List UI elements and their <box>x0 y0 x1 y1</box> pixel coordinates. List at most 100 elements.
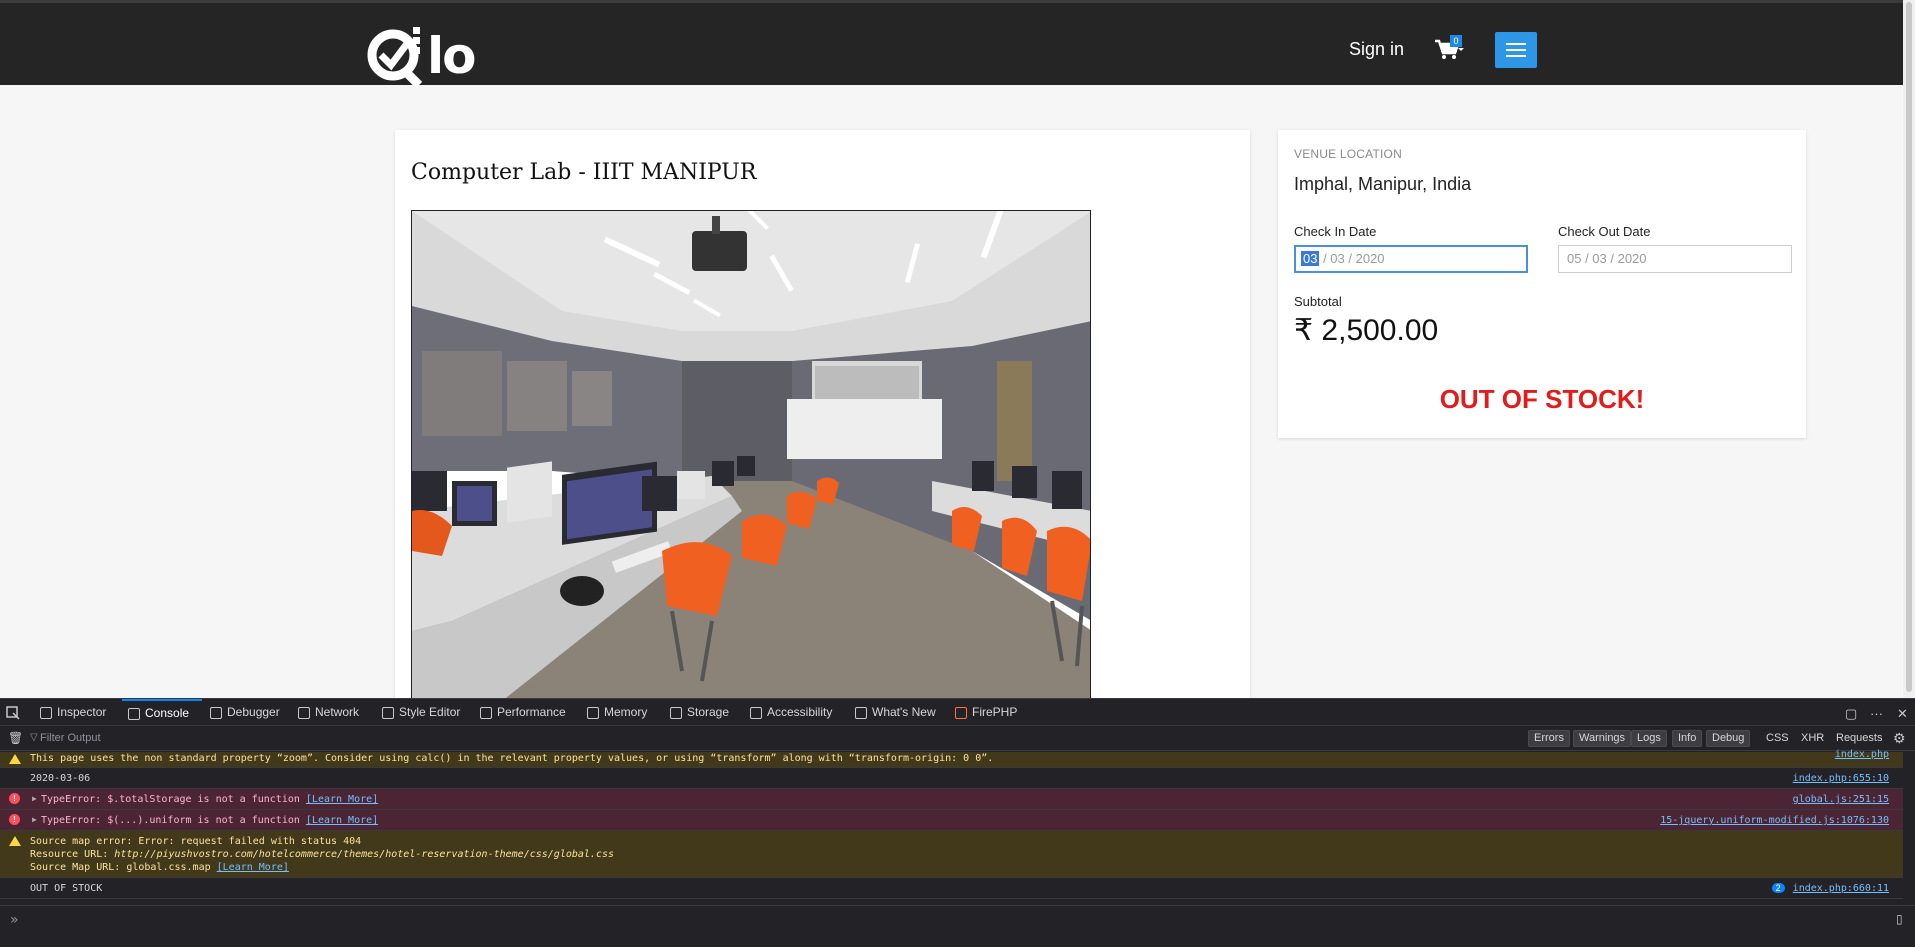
message-source-link[interactable]: index.php <box>1835 749 1889 760</box>
filter-debug-button[interactable]: Debug <box>1706 730 1751 747</box>
message-source-link[interactable]: index.php:660:11 <box>1793 883 1889 894</box>
booking-card: VENUE LOCATION Imphal, Manipur, India Ch… <box>1278 130 1806 438</box>
tab-network[interactable]: Network <box>298 699 359 726</box>
room-card: Computer Lab - IIIT MANIPUR <box>395 130 1250 700</box>
tab-label: What's New <box>872 705 936 719</box>
cart-button[interactable]: 0 <box>1435 35 1475 65</box>
settings-gear-icon[interactable]: ⚙ <box>1893 730 1906 747</box>
error-icon: ! <box>9 793 20 804</box>
warning-icon <box>9 836 21 846</box>
console-input[interactable]: » ▯ <box>0 905 1915 947</box>
room-photo <box>411 210 1091 700</box>
filter-info-button[interactable]: Info <box>1672 730 1703 747</box>
tab-inspector[interactable]: Inspector <box>40 699 106 726</box>
check-in-date-input[interactable]: 03 / 03 / 2020 <box>1294 245 1528 273</box>
logo-text: lo <box>427 27 476 85</box>
page: lo Sign in 0 Computer Lab - IIIT MANIPUR <box>0 0 1915 947</box>
tab-storage[interactable]: Storage <box>670 699 729 726</box>
message-text: OUT OF STOCK <box>30 883 103 894</box>
sign-in-link[interactable]: Sign in <box>1349 39 1404 60</box>
tab-performance[interactable]: Performance <box>480 699 566 726</box>
tab-label: Inspector <box>57 705 107 719</box>
filter-warnings-button[interactable]: Warnings <box>1573 730 1632 747</box>
accessibility-icon <box>750 706 762 719</box>
repeat-count-badge: 2 <box>1771 883 1785 893</box>
page-scrollbar[interactable] <box>1903 0 1915 698</box>
message-text: TypeError: $(...).uniform is not a funct… <box>41 815 379 826</box>
tab-label: Debugger <box>227 705 280 719</box>
filter-icon: ▽ <box>30 732 38 743</box>
console-message-log: 2020-03-06 index.php:655:10 <box>0 768 1903 789</box>
expand-arrow-icon[interactable]: ▶ <box>32 815 37 824</box>
learn-more-link[interactable]: [Learn More] <box>306 794 378 805</box>
inspector-icon <box>40 706 52 719</box>
console-message-error[interactable]: ! ▶ TypeError: $.totalStorage is not a f… <box>0 789 1903 810</box>
tab-label: Network <box>315 705 360 719</box>
trash-icon[interactable]: 🗑 <box>8 731 23 745</box>
console-message-warning: Source map error: Error: request failed … <box>0 831 1903 878</box>
menu-button[interactable] <box>1495 32 1537 68</box>
element-picker-icon[interactable] <box>6 706 20 720</box>
expand-arrow-icon[interactable]: ▶ <box>32 794 37 803</box>
performance-icon <box>480 706 492 719</box>
check-in-date-rest: / 03 / 2020 <box>1319 251 1385 266</box>
message-text: This page uses the non standard property… <box>30 753 994 764</box>
tab-memory[interactable]: Memory <box>587 699 647 726</box>
venue-location-label: VENUE LOCATION <box>1294 147 1402 161</box>
check-in-label: Check In Date <box>1294 224 1377 239</box>
whats-new-icon <box>855 706 867 719</box>
devtools-toolbar: Inspector Console Debugger Network Style… <box>0 698 1915 726</box>
tab-label: Style Editor <box>399 705 461 719</box>
message-text: 2020-03-06 <box>30 773 91 784</box>
computer-lab-image <box>412 211 1090 699</box>
tab-accessibility[interactable]: Accessibility <box>750 699 832 726</box>
prompt-chevron-icon: » <box>10 912 19 928</box>
tab-label: Console <box>145 706 190 720</box>
check-out-date-input[interactable]: 05 / 03 / 2020 <box>1558 245 1792 273</box>
filter-requests-button[interactable]: Requests <box>1836 732 1882 744</box>
tab-debugger[interactable]: Debugger <box>210 699 280 726</box>
message-source-link[interactable]: global.js:251:15 <box>1793 794 1889 805</box>
filter-errors-button[interactable]: Errors <box>1528 730 1570 747</box>
filter-logs-button[interactable]: Logs <box>1631 730 1667 747</box>
dock-side-icon[interactable]: ▢ <box>1845 706 1857 722</box>
tab-whats-new[interactable]: What's New <box>855 699 936 726</box>
tab-console[interactable]: Console <box>122 699 202 726</box>
resource-url-line: Resource URL: http://piyushvostro.com/ho… <box>30 849 614 860</box>
warning-icon <box>9 754 21 764</box>
console-message-warning: This page uses the non standard property… <box>0 749 1903 768</box>
site-header: lo Sign in 0 <box>0 0 1915 87</box>
hamburger-icon <box>1506 43 1526 45</box>
memory-icon <box>587 706 599 719</box>
more-options-icon[interactable]: ··· <box>1870 706 1883 721</box>
filter-output-input[interactable]: Filter Output <box>40 732 101 744</box>
tab-label: Performance <box>497 705 566 719</box>
message-text: TypeError: $.totalStorage is not a funct… <box>41 794 379 805</box>
tab-label: FirePHP <box>972 705 1018 719</box>
learn-more-link[interactable]: [Learn More] <box>306 815 378 826</box>
console-message-error[interactable]: ! ▶ TypeError: $(...).uniform is not a f… <box>0 810 1903 831</box>
console-filter-bar: 🗑 ▽ Filter Output Errors Warnings Logs I… <box>0 727 1915 751</box>
room-title: Computer Lab - IIIT MANIPUR <box>411 160 757 185</box>
debugger-icon <box>210 706 222 719</box>
check-out-label: Check Out Date <box>1558 224 1651 239</box>
check-in-day-selection: 03 <box>1301 251 1320 266</box>
out-of-stock-message: OUT OF STOCK! <box>1439 384 1645 414</box>
message-source-link[interactable]: index.php:655:10 <box>1793 773 1889 784</box>
learn-more-link[interactable]: [Learn More] <box>217 862 289 873</box>
devtools-panel: Inspector Console Debugger Network Style… <box>0 698 1915 947</box>
filter-xhr-button[interactable]: XHR <box>1801 732 1824 744</box>
message-source-link[interactable]: 15-jquery.uniform-modified.js:1076:130 <box>1660 815 1889 826</box>
message-source: 2 index.php:660:11 <box>1771 883 1889 894</box>
site-logo[interactable]: lo <box>365 25 476 87</box>
close-devtools-icon[interactable]: ✕ <box>1897 706 1908 722</box>
scrollbar-thumb[interactable] <box>1906 2 1912 692</box>
tab-style-editor[interactable]: Style Editor <box>382 699 460 726</box>
tab-label: Storage <box>687 705 730 719</box>
cart-count-badge: 0 <box>1450 35 1462 47</box>
subtotal-label: Subtotal <box>1294 294 1342 309</box>
tab-firephp[interactable]: FirePHP <box>955 699 1017 726</box>
filter-css-button[interactable]: CSS <box>1766 732 1789 744</box>
editor-mode-icon[interactable]: ▯ <box>1896 912 1903 926</box>
style-editor-icon <box>382 706 394 719</box>
